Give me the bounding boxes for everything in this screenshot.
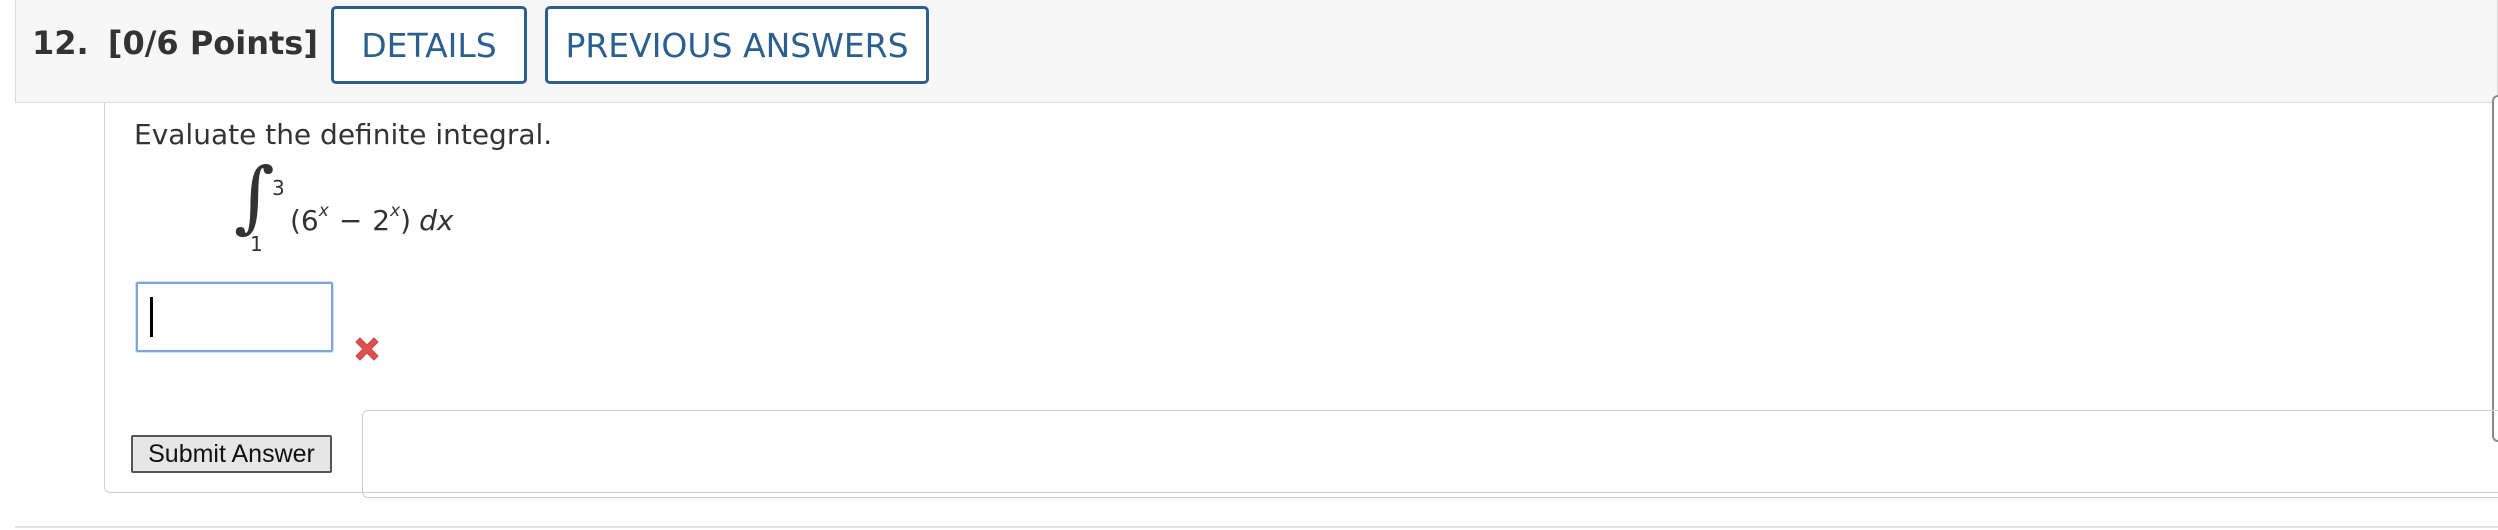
integrand: (6x −2x) dx — [290, 200, 454, 237]
submit-answer-button[interactable]: Submit Answer — [131, 435, 332, 473]
bottom-divider — [15, 526, 2498, 528]
integral-sign-icon: ∫ — [234, 152, 275, 242]
answer-input[interactable] — [136, 282, 333, 352]
integral-expression: ∫ 3 1 (6x −2x) dx — [226, 158, 486, 260]
question-title: 12. [0/6 Points] — [32, 24, 318, 62]
panel-right-edge — [2492, 95, 2498, 442]
previous-answers-button[interactable]: PREVIOUS ANSWERS — [545, 6, 929, 84]
x-mark-icon — [355, 337, 379, 361]
integrand-operator: − — [338, 204, 363, 237]
submit-area-divider — [362, 410, 2498, 498]
integral-differential: dx — [419, 204, 454, 237]
exponent-2: x — [390, 200, 401, 221]
integrand-close-paren: ) — [400, 204, 412, 237]
details-button[interactable]: DETAILS — [331, 6, 527, 84]
integrand-term2: 2 — [372, 204, 391, 237]
upper-limit: 3 — [272, 176, 285, 200]
integrand-term1: (6 — [290, 204, 319, 237]
text-cursor — [150, 297, 153, 337]
lower-limit: 1 — [250, 232, 263, 256]
question-points: [0/6 Points] — [107, 24, 318, 62]
question-number: 12. — [32, 24, 89, 62]
problem-prompt: Evaluate the definite integral. — [134, 118, 553, 151]
exponent-1: x — [318, 200, 329, 221]
